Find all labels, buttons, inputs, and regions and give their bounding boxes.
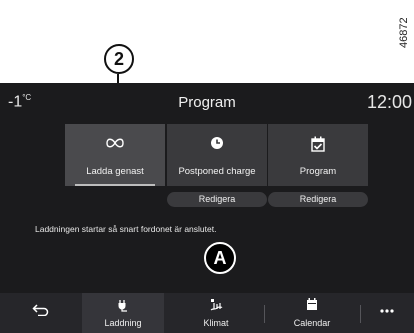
info-text: Laddningen startar så snart fordonet är … [35,224,217,234]
nav-tab-label: Laddning [104,318,142,328]
selected-indicator [75,184,155,186]
clock-icon [167,136,267,155]
back-arrow-icon [0,303,82,321]
edit-postponed-button[interactable]: Redigera [167,192,267,207]
callout-2-marker: 2 [104,44,134,74]
infotainment-screen: -1°C Program 12:00 Ladda genast Postpone… [0,83,414,333]
climate-icon [168,298,264,315]
tile-label: Postponed charge [178,166,256,177]
tile-postponed-charge[interactable]: Postponed charge [167,124,267,186]
page-title: Program [178,94,236,111]
more-dots-icon [360,301,414,319]
nav-divider [264,305,265,323]
figure-reference-number: 46872 [398,17,410,48]
status-header: -1°C Program 12:00 [0,83,414,119]
nav-tab-label: Klimat [203,318,229,328]
edit-program-button[interactable]: Redigera [268,192,368,207]
tile-label: Program [299,166,337,177]
more-button[interactable] [360,293,414,333]
charging-plug-icon [82,298,164,315]
infinity-icon [65,136,165,154]
nav-tab-label: Calendar [293,318,331,328]
calendar-check-icon [268,136,368,157]
tile-charge-now[interactable]: Ladda genast [65,124,165,186]
back-button[interactable] [0,293,82,333]
bottom-navigation: Laddning Klimat Calendar [0,293,414,333]
nav-tab-climate[interactable]: Klimat [168,293,264,333]
clock: 12:00 [366,92,412,112]
callout-a-marker: A [204,242,236,274]
nav-tab-charging[interactable]: Laddning [82,293,164,333]
calendar-icon [264,298,360,314]
tile-label: Ladda genast [86,166,144,177]
tile-program[interactable]: Program [268,124,368,186]
nav-tab-calendar[interactable]: Calendar [264,293,360,333]
